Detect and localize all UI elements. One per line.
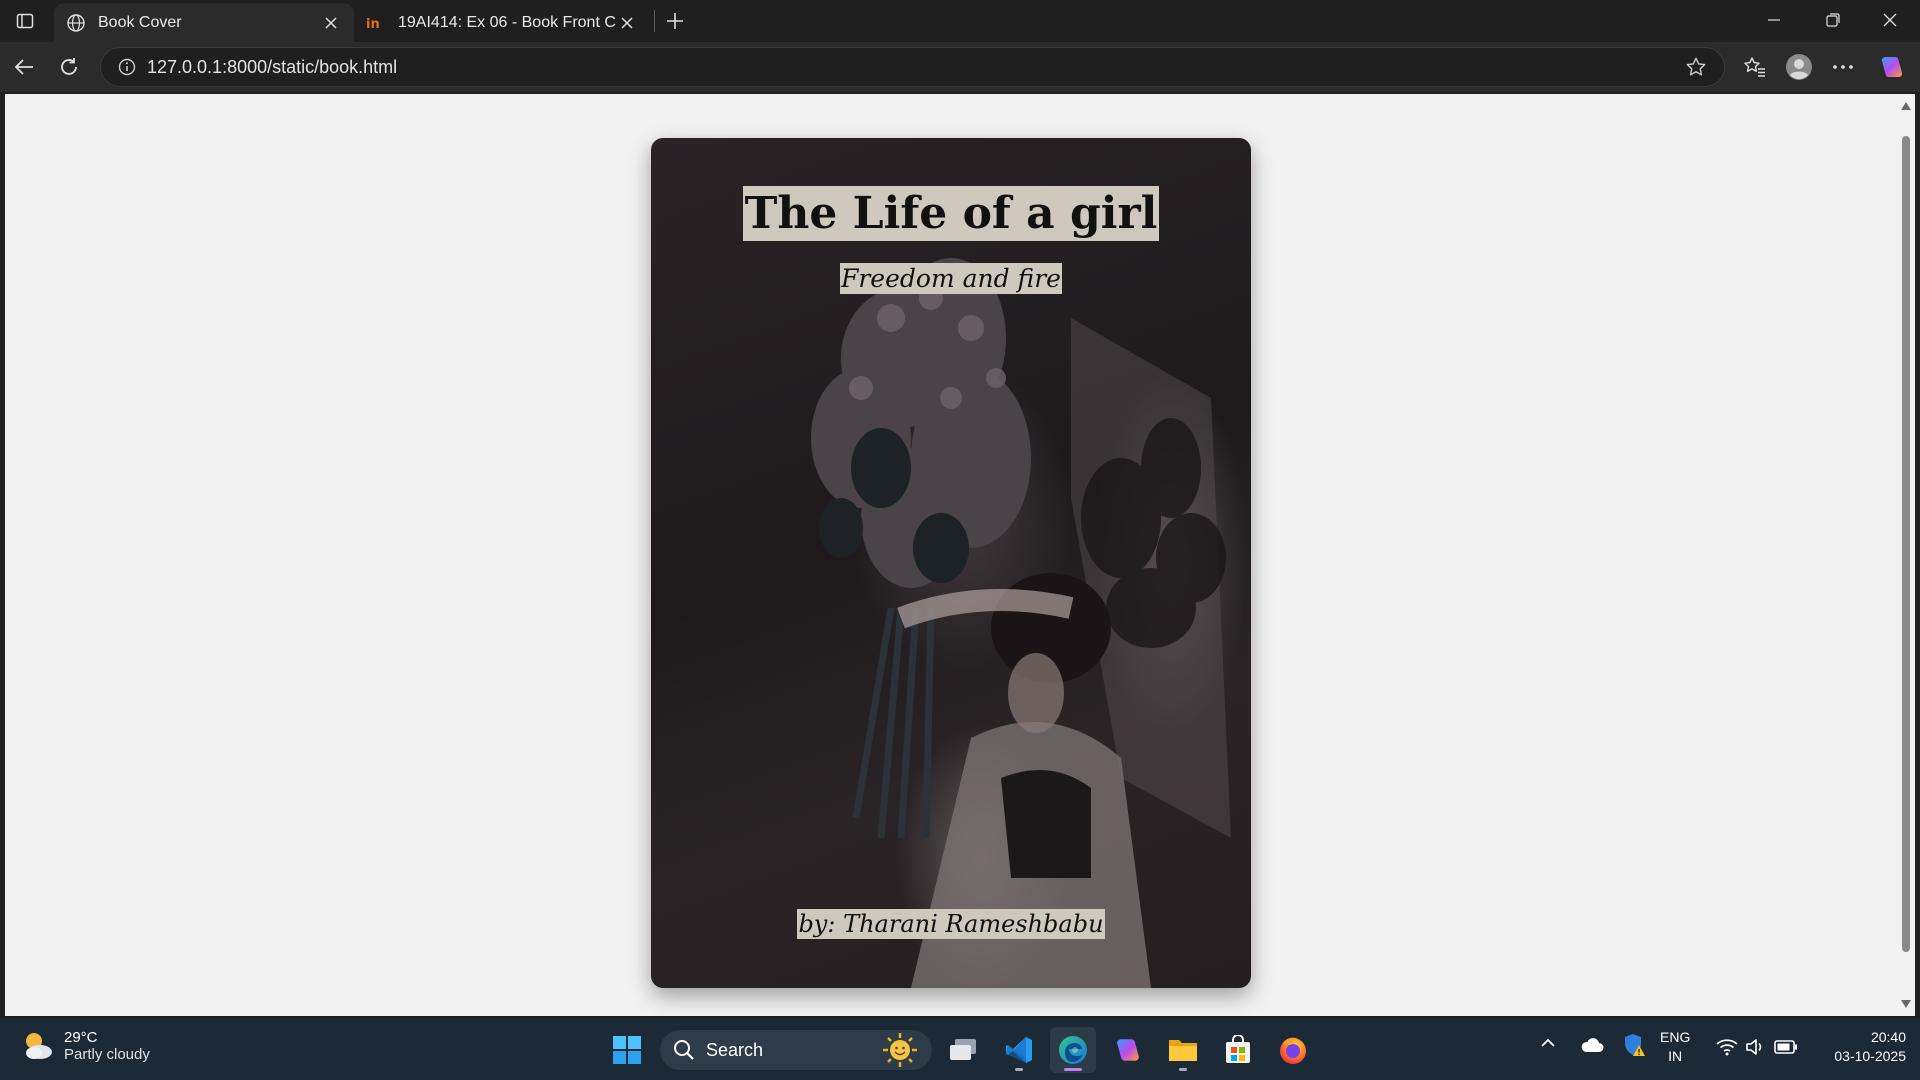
vertical-scrollbar[interactable] <box>1897 94 1915 1016</box>
plus-icon <box>667 13 683 29</box>
favorites-button[interactable] <box>1737 49 1773 85</box>
speaker-icon <box>1746 1039 1762 1055</box>
windows-logo-icon <box>613 1036 641 1064</box>
scroll-thumb[interactable] <box>1902 136 1910 952</box>
vscode-app[interactable] <box>996 1027 1042 1073</box>
running-indicator <box>1064 1068 1082 1071</box>
close-tab-icon[interactable] <box>320 12 342 34</box>
copilot-icon <box>1881 57 1903 77</box>
taskbar-search[interactable]: Search <box>660 1030 932 1070</box>
store-icon <box>1226 1035 1250 1063</box>
onedrive-button[interactable] <box>1580 1037 1604 1053</box>
battery-button[interactable] <box>1774 1040 1798 1054</box>
shield-warning-icon <box>1625 1034 1645 1056</box>
book-title: The Life of a girl <box>742 186 1160 241</box>
avatar-icon <box>1786 54 1812 80</box>
new-tab-button[interactable] <box>660 6 690 36</box>
show-hidden-icons-button[interactable] <box>1540 1038 1556 1048</box>
tab-book-cover[interactable]: Book Cover <box>54 3 354 42</box>
tab-bar: Book Cover in 19AI414: Ex 06 - Book Fron… <box>0 0 1920 42</box>
security-button[interactable] <box>1622 1032 1646 1058</box>
search-icon <box>674 1040 694 1060</box>
wifi-icon <box>1716 1039 1738 1056</box>
minimize-button[interactable] <box>1746 0 1802 40</box>
minimize-icon <box>1768 19 1780 21</box>
firefox-app[interactable] <box>1270 1027 1316 1073</box>
ellipsis-icon <box>1833 65 1853 69</box>
weather-condition: Partly cloudy <box>64 1046 150 1063</box>
tab-actions-button[interactable] <box>8 7 42 35</box>
tab-separator <box>654 10 655 32</box>
more-options-button[interactable] <box>1825 49 1861 85</box>
running-indicator <box>1015 1068 1023 1071</box>
store-app[interactable] <box>1215 1027 1261 1073</box>
edge-icon <box>1059 1036 1087 1064</box>
running-indicator <box>1179 1068 1187 1071</box>
weather-temperature: 29°C <box>64 1029 98 1046</box>
task-view-icon <box>950 1039 976 1060</box>
copilot-app[interactable] <box>1105 1027 1151 1073</box>
restore-icon <box>1826 13 1840 27</box>
clock-date: 03-10-2025 <box>1834 1048 1906 1064</box>
wifi-button[interactable] <box>1716 1038 1738 1056</box>
tab-actions-icon <box>16 13 34 29</box>
start-button[interactable] <box>604 1027 650 1073</box>
site-favicon-icon: in <box>366 13 386 33</box>
file-explorer-app[interactable] <box>1160 1027 1206 1073</box>
region-code: IN <box>1668 1048 1683 1064</box>
profile-button[interactable] <box>1781 49 1817 85</box>
chevron-up-icon <box>1541 1038 1555 1047</box>
close-icon <box>1883 13 1897 27</box>
partly-cloudy-icon <box>26 1033 52 1059</box>
copilot-button[interactable] <box>1874 49 1910 85</box>
search-placeholder: Search <box>706 1039 764 1060</box>
back-button[interactable] <box>6 49 42 85</box>
firefox-icon <box>1280 1037 1306 1064</box>
favorite-star-icon[interactable] <box>1676 56 1716 78</box>
close-window-button[interactable] <box>1862 0 1918 40</box>
close-tab-icon[interactable] <box>616 12 638 34</box>
svg-text:in: in <box>366 17 380 31</box>
scroll-down-arrow-icon[interactable] <box>1900 998 1912 1010</box>
sun-icon <box>883 1033 917 1067</box>
address-bar[interactable]: 127.0.0.1:8000/static/book.html <box>100 47 1725 87</box>
taskbar: 29°C Partly cloudy Search ENG IN 20:40 0… <box>0 1018 1920 1080</box>
url-text[interactable]: 127.0.0.1:8000/static/book.html <box>147 57 1676 78</box>
vscode-icon <box>1006 1037 1032 1063</box>
copilot-icon <box>1117 1039 1139 1061</box>
book-subtitle: Freedom and fire <box>840 263 1062 294</box>
task-view-button[interactable] <box>940 1027 986 1073</box>
battery-icon <box>1774 1040 1797 1054</box>
tab-ex06[interactable]: in 19AI414: Ex 06 - Book Front Cover <box>354 3 650 42</box>
page-viewport: The Life of a girl Freedom and fire by: … <box>5 94 1897 1016</box>
globe-icon <box>66 13 86 33</box>
language-code: ENG <box>1660 1029 1691 1045</box>
cloud-icon <box>1581 1038 1604 1052</box>
reload-button[interactable] <box>51 49 87 85</box>
weather-widget[interactable]: 29°C Partly cloudy <box>20 1028 150 1064</box>
tab-title: Book Cover <box>98 13 182 31</box>
volume-button[interactable] <box>1745 1038 1767 1056</box>
tab-title: 19AI414: Ex 06 - Book Front Cover <box>398 13 616 31</box>
favorites-list-icon <box>1744 57 1765 77</box>
edge-app[interactable] <box>1050 1027 1096 1073</box>
clock-time: 20:40 <box>1870 1029 1906 1045</box>
site-info-icon[interactable] <box>107 58 147 76</box>
reload-icon <box>61 58 77 75</box>
book-author: by: Tharani Rameshbabu <box>797 909 1105 939</box>
browser-toolbar: 127.0.0.1:8000/static/book.html <box>0 42 1920 92</box>
folder-icon <box>1169 1040 1197 1061</box>
book-cover: The Life of a girl Freedom and fire by: … <box>651 138 1251 988</box>
back-arrow-icon <box>14 59 33 75</box>
input-language[interactable]: ENG IN <box>1660 1028 1690 1066</box>
restore-button[interactable] <box>1805 0 1861 40</box>
system-clock[interactable]: 20:40 03-10-2025 <box>1810 1028 1906 1066</box>
scroll-up-arrow-icon[interactable] <box>1900 100 1912 112</box>
